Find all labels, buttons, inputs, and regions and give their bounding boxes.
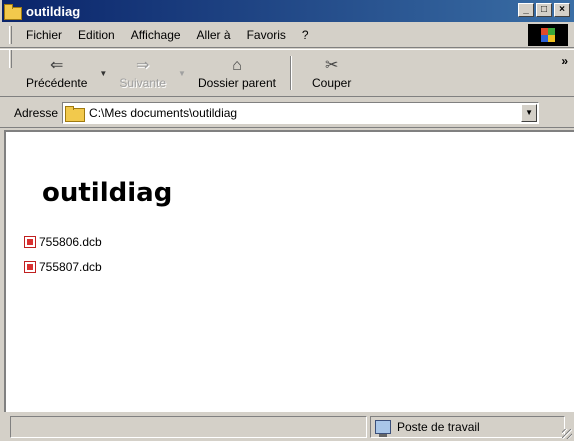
resize-grip[interactable] — [562, 429, 572, 439]
title-bar[interactable]: outildiag _ □ × — [2, 0, 574, 22]
maximize-button[interactable]: □ — [536, 3, 552, 17]
close-button[interactable]: × — [554, 3, 570, 17]
address-value: C:\Mes documents\outildiag — [89, 105, 238, 120]
forward-arrow-icon: ⇒ — [135, 57, 150, 74]
toolbar: ⇐ Précédente ▼ ⇒ Suivante ▼ ⌂ Dossier pa… — [0, 49, 574, 97]
back-dropdown-button[interactable]: ▼ — [95, 50, 111, 96]
address-dropdown-button[interactable]: ▼ — [521, 103, 538, 122]
computer-icon — [375, 420, 391, 437]
file-name: 755807.dcb — [39, 260, 102, 274]
explorer-window: outildiag _ □ × Fichier Edition Affichag… — [0, 0, 574, 441]
menu-grip[interactable] — [9, 25, 12, 44]
menu-aller-a[interactable]: Aller à — [189, 28, 239, 42]
minimize-button[interactable]: _ — [518, 3, 534, 17]
window-controls: _ □ × — [518, 3, 570, 17]
status-bar: Poste de travail — [0, 414, 574, 441]
up-button[interactable]: ⌂ Dossier parent — [190, 50, 284, 96]
file-item[interactable]: 755806.dcb — [24, 235, 102, 249]
folder-view[interactable]: outildiag 755806.dcb 755807.dcb — [4, 130, 574, 412]
folder-title: outildiag — [42, 178, 173, 208]
zone-label: Poste de travail — [397, 420, 480, 434]
menu-bar: Fichier Edition Affichage Aller à Favori… — [0, 22, 574, 48]
window-title: outildiag — [26, 3, 81, 19]
dcb-file-icon — [24, 261, 36, 273]
file-name: 755806.dcb — [39, 235, 102, 249]
folder-up-icon: ⌂ — [232, 57, 242, 74]
folder-icon — [65, 105, 86, 122]
menu-fichier[interactable]: Fichier — [18, 28, 70, 42]
scissors-icon: ✂ — [324, 57, 339, 74]
back-arrow-icon: ⇐ — [49, 57, 64, 74]
menu-favoris[interactable]: Favoris — [239, 28, 294, 42]
back-label: Précédente — [26, 76, 88, 90]
forward-label: Suivante — [119, 76, 167, 90]
forward-button[interactable]: ⇒ Suivante — [111, 50, 174, 96]
status-text — [10, 416, 367, 438]
file-item[interactable]: 755807.dcb — [24, 260, 102, 274]
menu-affichage[interactable]: Affichage — [123, 28, 189, 42]
throbber — [528, 24, 568, 46]
toolbar-grip[interactable] — [9, 50, 12, 68]
toolbar-separator — [289, 56, 292, 90]
forward-dropdown-button[interactable]: ▼ — [174, 50, 190, 96]
folder-icon — [4, 4, 22, 20]
status-zone: Poste de travail — [370, 416, 565, 438]
cut-button[interactable]: ✂ Couper — [298, 50, 365, 96]
address-input[interactable]: C:\Mes documents\outildiag ▼ — [62, 101, 540, 124]
cut-label: Couper — [311, 76, 352, 90]
address-label: Adresse — [14, 105, 59, 120]
menu-edition[interactable]: Edition — [70, 28, 123, 42]
toolbar-more-button[interactable]: » — [561, 54, 568, 68]
dcb-file-icon — [24, 236, 36, 248]
back-button[interactable]: ⇐ Précédente — [18, 50, 95, 96]
windows-logo-icon — [541, 28, 555, 42]
menu-help[interactable]: ? — [294, 28, 317, 42]
address-bar: Adresse C:\Mes documents\outildiag ▼ — [0, 98, 574, 128]
up-label: Dossier parent — [197, 76, 276, 90]
